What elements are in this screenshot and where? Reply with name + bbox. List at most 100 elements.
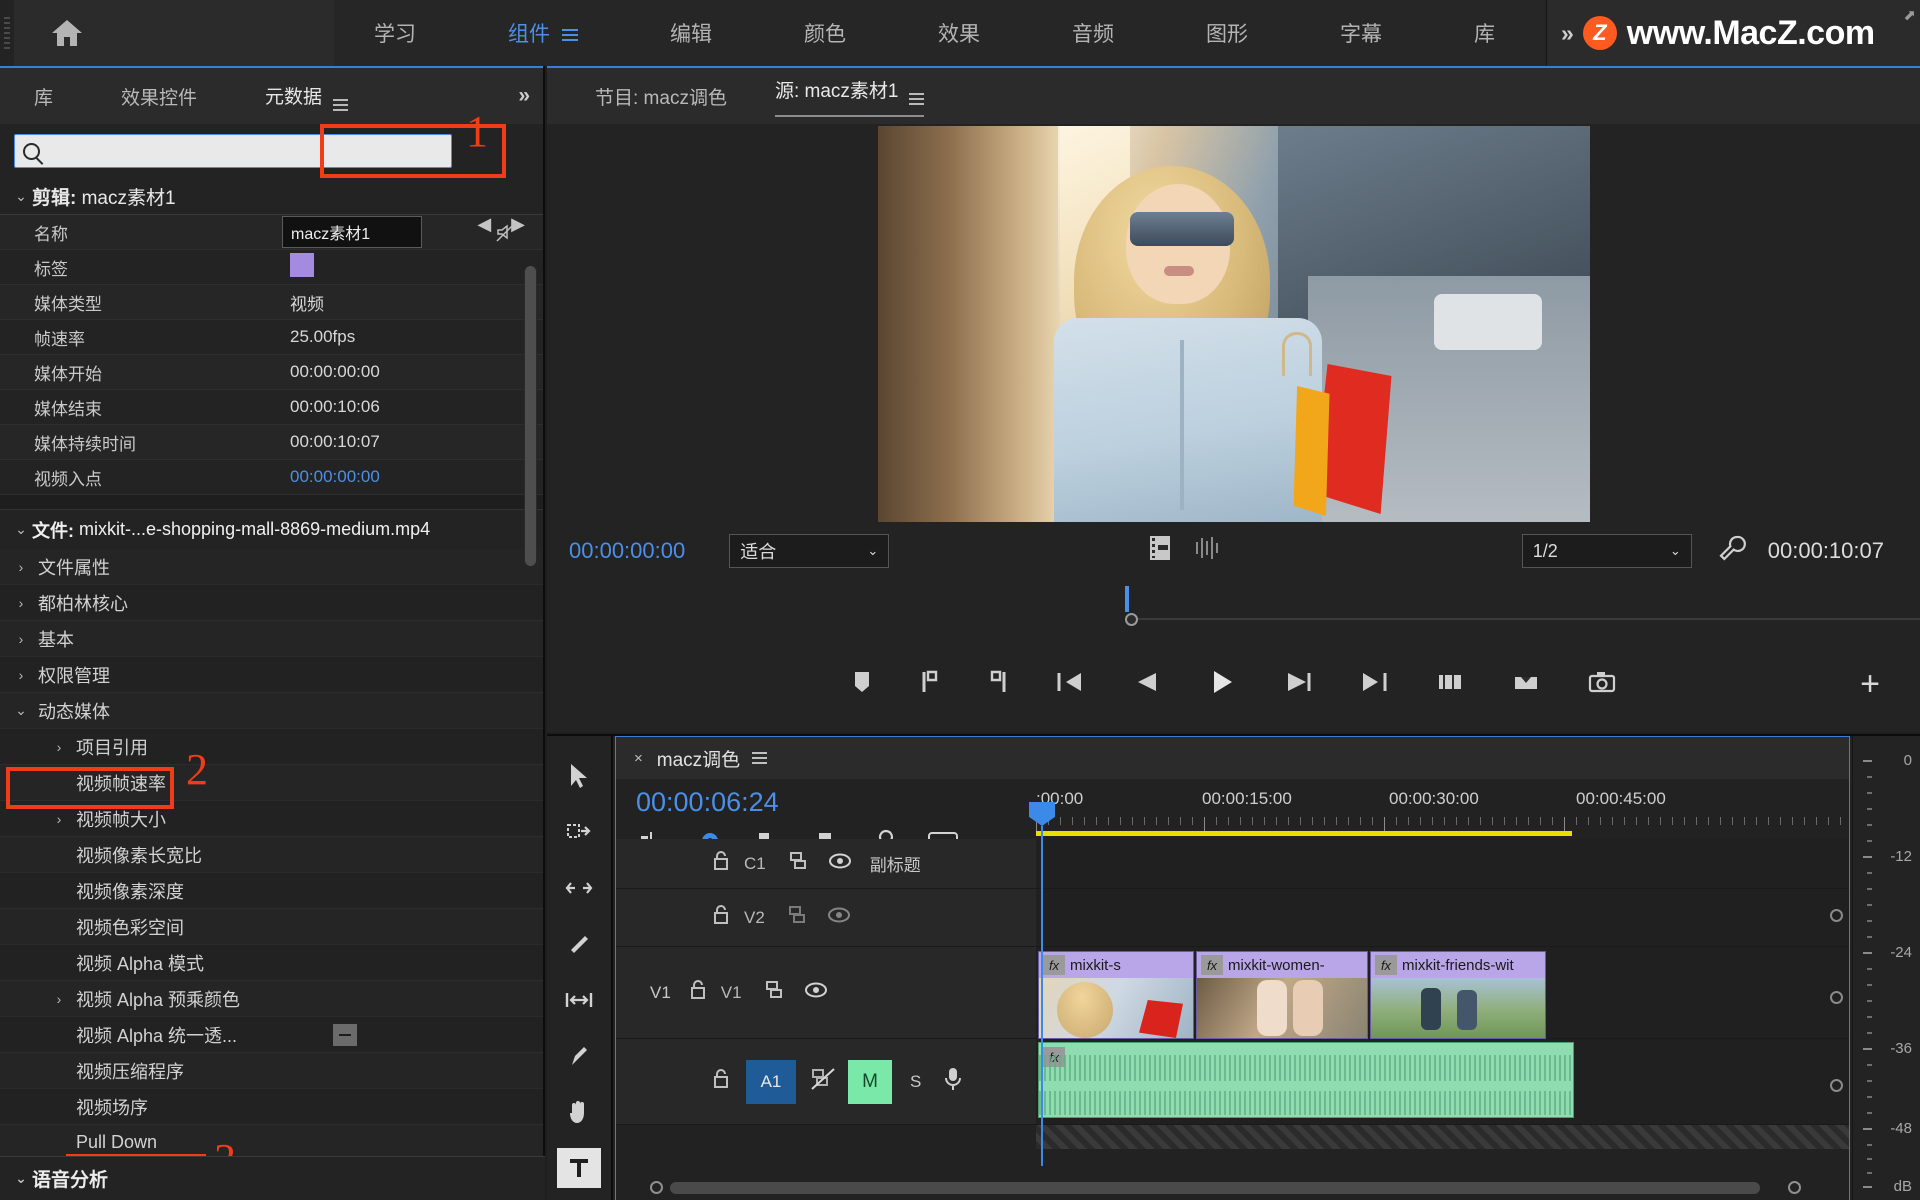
alpha-unity-button[interactable] (333, 1024, 357, 1046)
mute-track-button[interactable]: M (848, 1060, 892, 1104)
source-monitor-menu-icon[interactable] (909, 93, 924, 105)
wrench-icon[interactable] (1718, 534, 1746, 568)
scroll-left-handle[interactable] (650, 1181, 663, 1194)
selection-tool-icon[interactable] (557, 756, 601, 796)
track-name-v1[interactable]: V1 (721, 983, 742, 1003)
ripple-edit-tool-icon[interactable] (557, 868, 601, 908)
tree-row-video-frame-rate[interactable]: 视频帧速率 (0, 765, 543, 801)
label-color-swatch[interactable] (290, 253, 314, 277)
chevron-down-icon[interactable]: ⌄ (8, 702, 34, 719)
track-body-v1[interactable]: fxmixkit-s fxmixkit-women- (1036, 947, 1849, 1038)
sync-lock-off-icon[interactable] (810, 1067, 836, 1096)
timeline-clip[interactable]: fxmixkit-friends-wit (1370, 951, 1546, 1039)
chevron-right-icon[interactable]: › (46, 739, 72, 755)
chevron-right-icon[interactable]: › (8, 595, 34, 611)
mark-out-icon[interactable] (987, 669, 1009, 700)
menu-item-captions[interactable]: 字幕 (1340, 18, 1382, 48)
mark-in-icon[interactable] (919, 669, 941, 700)
table-row[interactable]: 名称 macz素材1 (0, 215, 543, 250)
timeline-horizontal-scrollbar[interactable] (636, 1181, 1836, 1195)
go-to-out-icon[interactable] (1359, 669, 1389, 700)
timeline-panel-menu-icon[interactable] (752, 752, 767, 764)
chevron-right-icon[interactable]: › (46, 991, 72, 1007)
tree-row-file-properties[interactable]: ›文件属性 (0, 549, 543, 585)
insert-icon[interactable] (1435, 669, 1465, 700)
lock-icon[interactable] (712, 1068, 730, 1095)
restore-window-icon[interactable]: ⬈ (1903, 6, 1916, 24)
speech-analysis-twisty-icon[interactable]: ⌄ (10, 1170, 32, 1187)
metadata-scrollbar[interactable] (524, 266, 537, 566)
mute-metadata-icon[interactable] (495, 221, 517, 243)
tree-row-project-reference[interactable]: ›项目引用 (0, 729, 543, 765)
solo-track-button[interactable]: S (910, 1072, 921, 1092)
timeline-tab-label[interactable]: macz调色 (657, 745, 740, 772)
timeline-clip[interactable]: fxmixkit-s (1038, 951, 1194, 1039)
table-row[interactable]: 媒体结束 00:00:10:06 (0, 390, 543, 425)
timeline-audio-clip[interactable]: fx (1038, 1042, 1574, 1118)
menu-item-color[interactable]: 颜色 (804, 18, 846, 48)
track-name-a1[interactable]: A1 (746, 1060, 796, 1104)
tree-row-video-alpha-mode[interactable]: 视频 Alpha 模式 (0, 945, 543, 981)
menu-item-assembly[interactable]: 组件 (508, 18, 578, 48)
tab-program-monitor[interactable]: 节目: macz调色 (595, 83, 727, 110)
tree-row-dynamic-media[interactable]: ⌄动态媒体 (0, 693, 543, 729)
clip-section-twisty-icon[interactable]: ⌄ (10, 188, 32, 205)
chevron-right-icon[interactable]: › (46, 811, 72, 827)
menu-item-graphics[interactable]: 图形 (1206, 18, 1248, 48)
timeline-playhead-time[interactable]: 00:00:06:24 (636, 787, 779, 818)
metadata-search-input[interactable] (48, 143, 443, 160)
clip-section-header[interactable]: ⌄ 剪辑: macz素材1 (0, 178, 543, 214)
track-a1-handle[interactable] (1830, 1079, 1843, 1092)
table-row[interactable]: 视频入点 00:00:00:00 (0, 460, 543, 495)
tree-row-video-field-order[interactable]: 视频场序 (0, 1089, 543, 1125)
track-select-forward-tool-icon[interactable] (557, 812, 601, 852)
waveform-icon[interactable] (1193, 535, 1221, 567)
timeline-clip[interactable]: fxmixkit-women- (1196, 951, 1368, 1039)
metadata-scrollbar-thumb[interactable] (525, 266, 536, 566)
tree-row-basic[interactable]: ›基本 (0, 621, 543, 657)
source-scrubber[interactable] (547, 578, 1920, 636)
file-section-header[interactable]: ⌄ 文件: mixkit-...e-shopping-mall-8869-med… (0, 509, 543, 549)
filmstrip-icon[interactable] (1149, 535, 1171, 567)
play-icon[interactable] (1207, 667, 1237, 702)
table-row[interactable]: 媒体类型 视频 (0, 285, 543, 320)
track-body-a1[interactable]: fx (1036, 1039, 1849, 1124)
microphone-icon[interactable] (943, 1066, 963, 1097)
tree-row-video-frame-size[interactable]: ›视频帧大小 (0, 801, 543, 837)
lock-icon[interactable] (712, 850, 730, 877)
tree-row-video-alpha-premultiply-color[interactable]: ›视频 Alpha 预乘颜色 (0, 981, 543, 1017)
playback-resolution-select[interactable]: 1/2⌄ (1522, 534, 1692, 568)
tree-row-video-pixel-depth[interactable]: 视频像素深度 (0, 873, 543, 909)
tab-libraries[interactable]: 库 (34, 83, 53, 110)
timeline-zoom-strip[interactable] (1036, 1125, 1849, 1149)
pen-tool-icon[interactable] (557, 1036, 601, 1076)
file-section-twisty-icon[interactable]: ⌄ (10, 521, 32, 538)
table-row[interactable]: 标签 (0, 250, 543, 285)
step-back-icon[interactable] (1131, 669, 1161, 700)
table-row[interactable]: 帧速率 25.00fps (0, 320, 543, 355)
tree-row-dublin-core[interactable]: ›都柏林核心 (0, 585, 543, 621)
tab-effect-controls[interactable]: 效果控件 (121, 83, 197, 110)
table-row[interactable]: 媒体开始 00:00:00:00 (0, 355, 543, 390)
lock-icon[interactable] (689, 979, 707, 1006)
source-range-handle-left[interactable] (1125, 613, 1138, 626)
source-playhead[interactable] (1125, 586, 1129, 612)
sync-lock-icon[interactable] (787, 904, 809, 931)
export-frame-icon[interactable] (1587, 669, 1617, 700)
track-name-c1[interactable]: C1 (744, 854, 766, 874)
menu-item-effects[interactable]: 效果 (938, 18, 980, 48)
table-row[interactable]: 媒体持续时间 00:00:10:07 (0, 425, 543, 460)
sync-lock-icon[interactable] (788, 850, 810, 877)
metadata-panel-menu-icon[interactable] (333, 99, 348, 111)
tree-row-video-color-space[interactable]: 视频色彩空间 (0, 909, 543, 945)
track-body-v2[interactable] (1036, 889, 1849, 946)
track-output-eye-icon[interactable] (828, 852, 852, 875)
hand-tool-icon[interactable] (557, 1092, 601, 1132)
menu-item-learn[interactable]: 学习 (374, 18, 416, 48)
track-output-eye-icon[interactable] (827, 906, 851, 929)
timeline-ruler[interactable]: :00:00 00:00:15:00 00:00:30:00 00:00:45:… (1036, 787, 1848, 831)
fit-zoom-select[interactable]: 适合⌄ (729, 534, 889, 568)
slip-tool-icon[interactable] (557, 980, 601, 1020)
menu-item-editing[interactable]: 编辑 (670, 18, 712, 48)
rate-stretch-tool-icon[interactable] (557, 924, 601, 964)
